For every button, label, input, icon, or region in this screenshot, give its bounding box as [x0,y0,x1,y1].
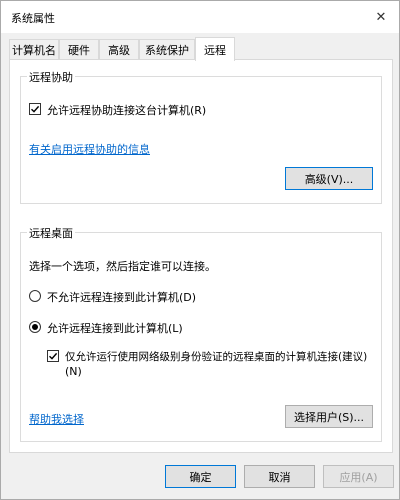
allow-remote-radio[interactable] [29,321,41,333]
apply-button[interactable]: 应用(A) [323,465,394,488]
ok-button[interactable]: 确定 [165,465,236,488]
tab-advanced[interactable]: 高级 [99,39,139,60]
nla-only-label-line2[interactable]: (N) [65,365,82,378]
help-me-choose-link[interactable]: 帮助我选择 [29,411,84,427]
window-title: 系统属性 [11,12,55,25]
tab-hardware[interactable]: 硬件 [59,39,99,60]
tab-system-protection[interactable]: 系统保护 [139,39,195,60]
title-bar[interactable]: 系统属性 ✕ [1,1,399,33]
select-users-button[interactable]: 选择用户(S)... [285,405,373,428]
advanced-button[interactable]: 高级(V)... [285,167,373,190]
checkmark-icon [49,352,58,360]
disallow-remote-radio[interactable] [29,290,41,302]
remote-desktop-group-label: 远程桌面 [27,225,75,241]
system-properties-window: 系统属性 ✕ 计算机名 硬件 高级 系统保护 远程 远程协助 允许远程协助连接这… [0,0,400,500]
checkmark-icon [31,105,40,113]
allow-remote-label[interactable]: 允许远程连接到此计算机(L) [47,320,183,336]
allow-remote-assistance-checkbox[interactable] [29,103,41,115]
remote-desktop-instruction: 选择一个选项，然后指定谁可以连接。 [29,260,216,273]
remote-assistance-group-label: 远程协助 [27,69,75,85]
cancel-button[interactable]: 取消 [244,465,315,488]
remote-assistance-info-link[interactable]: 有关启用远程协助的信息 [29,141,150,157]
tab-computer-name[interactable]: 计算机名 [9,39,59,60]
remote-desktop-group: 远程桌面 选择一个选项，然后指定谁可以连接。 不允许远程连接到此计算机(D) 允… [20,225,382,442]
close-button[interactable]: ✕ [369,5,393,29]
tab-strip: 计算机名 硬件 高级 系统保护 远程 [9,37,393,61]
disallow-remote-label[interactable]: 不允许远程连接到此计算机(D) [47,289,196,305]
allow-remote-assistance-label[interactable]: 允许远程协助连接这台计算机(R) [47,102,206,118]
nla-only-label-line1[interactable]: 仅允许运行使用网络级别身份验证的远程桌面的计算机连接(建议) [65,349,367,364]
remote-assistance-group: 远程协助 允许远程协助连接这台计算机(R) 有关启用远程协助的信息 高级(V).… [20,69,382,204]
close-icon: ✕ [375,9,387,25]
tab-remote[interactable]: 远程 [195,37,235,61]
tab-panel-remote: 远程协助 允许远程协助连接这台计算机(R) 有关启用远程协助的信息 高级(V).… [9,59,393,453]
nla-only-checkbox[interactable] [47,350,59,362]
radio-selected-dot [32,324,38,330]
